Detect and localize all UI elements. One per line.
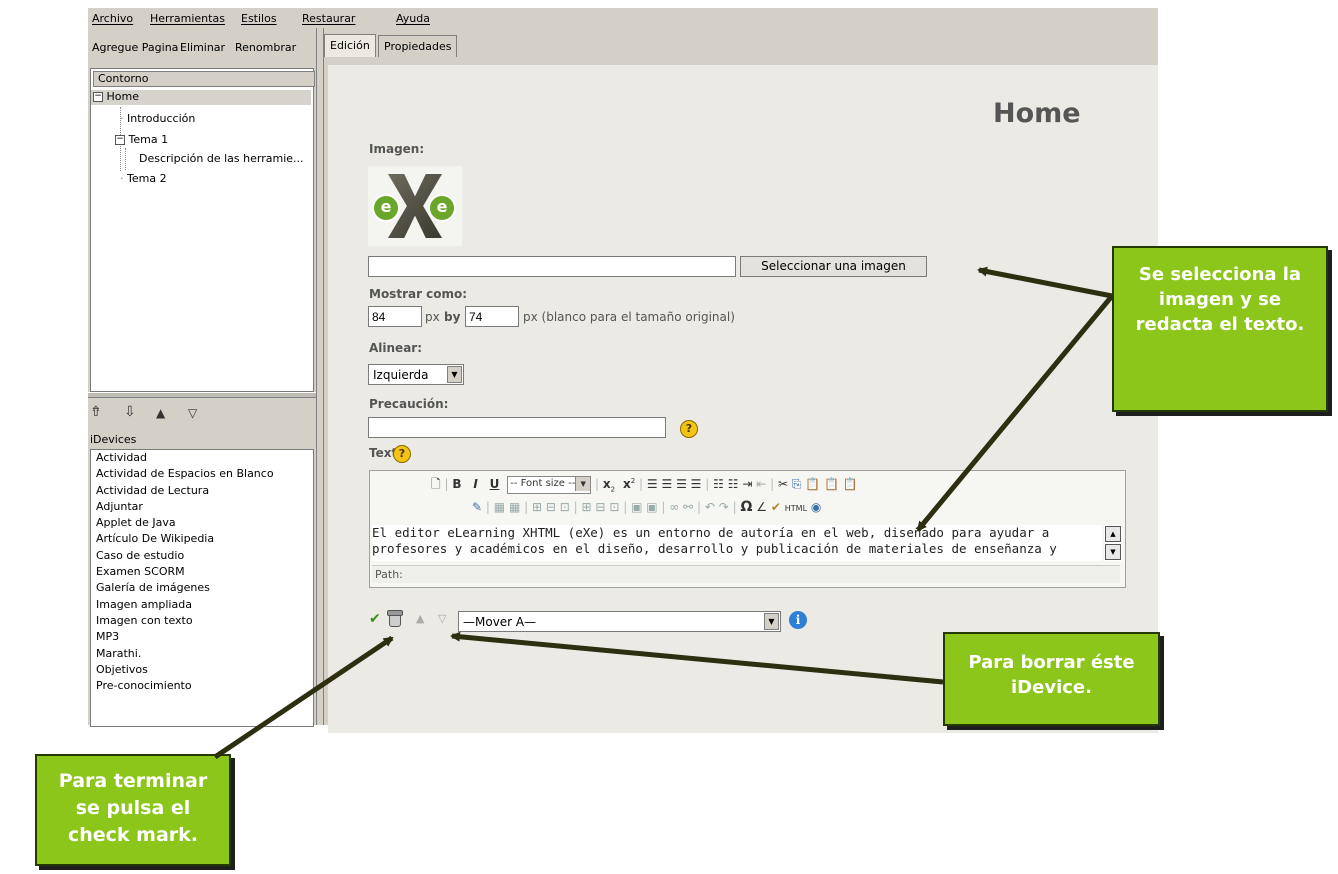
arrow-to-editor-text: [916, 294, 1114, 532]
annotation-arrows: [213, 266, 1114, 760]
arrow-to-select-image: [977, 266, 1113, 299]
arrow-to-check: [213, 635, 394, 760]
arrow-to-trash: [450, 631, 944, 685]
